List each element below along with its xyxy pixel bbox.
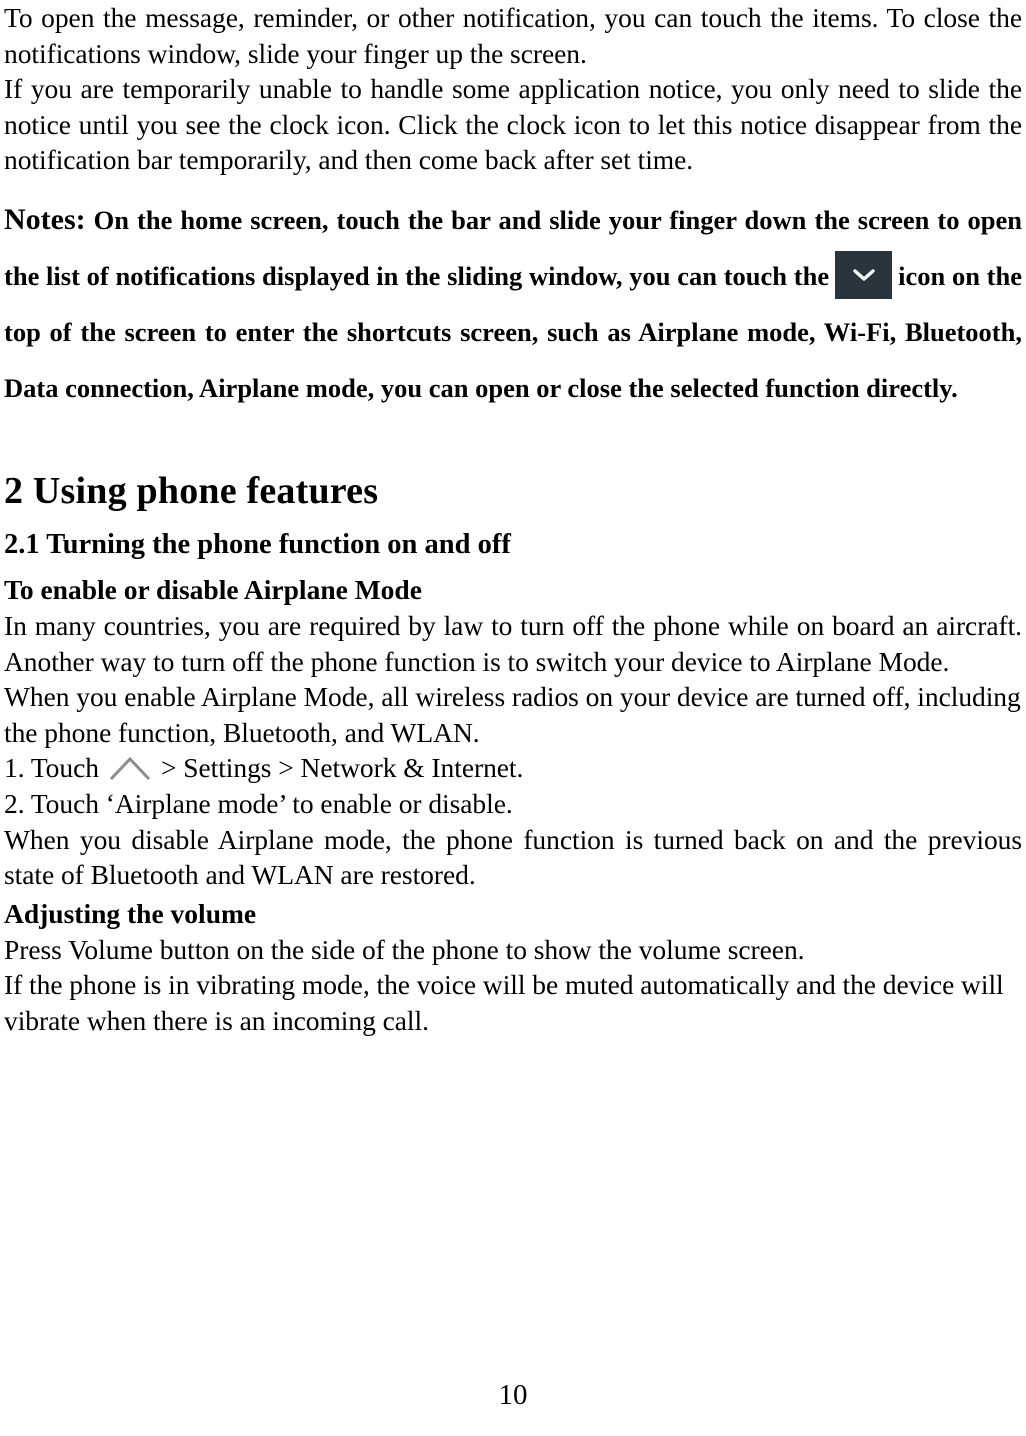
chevron-down-icon[interactable] xyxy=(835,250,893,299)
caret-up-icon[interactable] xyxy=(103,753,157,783)
chapter-paragraph-1: In many countries, you are required by l… xyxy=(4,609,1022,677)
notes-label: Notes: xyxy=(4,202,86,236)
sub-heading-adjusting-volume: Adjusting the volume xyxy=(4,897,257,929)
chapter-paragraph-2: When you enable Airplane Mode, all wirel… xyxy=(4,681,1021,748)
step-2-line: 2. Touch ‘Airplane mode’ to enable or di… xyxy=(4,787,513,819)
chapter-paragraph-5: If the phone is in vibrating mode, the v… xyxy=(4,969,1004,1036)
chapter-paragraph-3: When you disable Airplane mode, the phon… xyxy=(4,823,1022,891)
intro-paragraph-1: To open the message, reminder, or other … xyxy=(4,2,1022,69)
section-title: 2.1 Turning the phone function on and of… xyxy=(4,528,511,560)
intro-paragraph-2: If you are temporarily unable to handle … xyxy=(4,73,1022,176)
step-1-text-after-icon: > Settings > Network & Internet. xyxy=(160,752,524,784)
sub-heading-airplane-mode: To enable or disable Airplane Mode xyxy=(4,573,422,605)
chapter-title: 2 Using phone features xyxy=(4,469,379,512)
page-number: 10 xyxy=(498,1379,528,1411)
chapter-paragraph-4: Press Volume button on the side of the p… xyxy=(4,933,805,965)
step-1-line: 1. Touch > Settings > Network & Internet. xyxy=(4,750,1022,786)
manual-page: To open the message, reminder, or other … xyxy=(0,0,1026,1436)
notes-block: Notes: On the home screen, touch the bar… xyxy=(4,192,1022,416)
step-1-text-before-icon: 1. Touch xyxy=(4,752,99,784)
